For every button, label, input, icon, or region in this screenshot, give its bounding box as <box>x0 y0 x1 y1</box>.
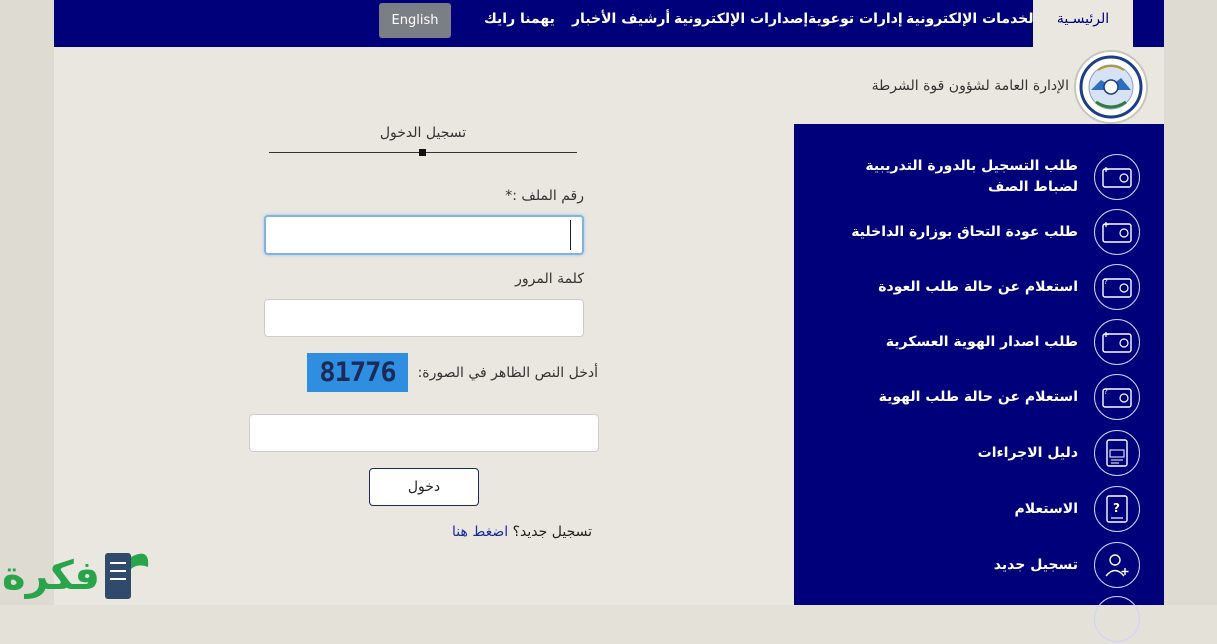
fikra-watermark: فكرة <box>0 545 160 605</box>
text-caret <box>570 220 571 250</box>
user-add-icon <box>1094 542 1140 588</box>
card-query-icon: ? <box>1094 374 1140 420</box>
sidebar-item-label: طلب عودة التحاق بوزارة الداخلية <box>851 223 1078 240</box>
nav-item-e-publications[interactable]: إصدارات الإلكترونية <box>674 0 808 40</box>
emblem-icon <box>1079 55 1143 119</box>
captcha-label: أدخل النص الظاهر في الصورة: <box>417 365 598 381</box>
sidebar-item-partial[interactable] <box>810 594 1140 644</box>
sidebar-item-label: استعلام عن حالة طلب الهوية <box>878 388 1078 405</box>
circle-icon <box>1094 596 1140 642</box>
svg-text:?: ? <box>1104 388 1108 396</box>
nav-item-home[interactable]: الرئيسـية <box>1033 0 1133 47</box>
sidebar-item-military-id[interactable]: طلب اصدار الهوية العسكرية <box>810 317 1140 367</box>
card-add-icon <box>1094 319 1140 365</box>
register-question: تسجيل جديد؟ <box>512 524 592 540</box>
nav-item-awareness[interactable]: إدارات توعوية <box>808 0 903 40</box>
sidebar-item-label: استعلام عن حالة طلب العودة <box>878 278 1078 295</box>
sidebar-item-label: دليل الاجراءات <box>977 444 1078 461</box>
card-query-icon: ? <box>1094 264 1140 310</box>
watermark-text: فكرة <box>2 553 100 599</box>
department-title: الإدارة العامة لشؤون قوة الشرطة <box>871 78 1069 94</box>
nav-item-e-services[interactable]: الخدمات الإلكترونية <box>906 0 1038 40</box>
sidebar-item-rejoin-status[interactable]: ? استعلام عن حالة طلب العودة <box>810 262 1140 312</box>
sidebar-item-id-status[interactable]: ? استعلام عن حالة طلب الهوية <box>810 372 1140 422</box>
card-add-icon <box>1094 154 1140 200</box>
top-nav: English يهمنا رايك أرشيف الأخبار إصدارات… <box>54 0 1164 47</box>
book-leaf-icon <box>105 553 149 599</box>
svg-text:?: ? <box>1113 501 1120 515</box>
page: English يهمنا رايك أرشيف الأخبار إصدارات… <box>54 0 1164 642</box>
nav-item-feedback[interactable]: يهمنا رايك <box>484 0 555 40</box>
sidebar-item-label: الاستعلام <box>1014 500 1079 517</box>
title-divider-marker <box>419 149 426 156</box>
sidebar-item-label: طلب التسجيل بالدورة التدريبية لضباط الصف <box>865 158 1078 195</box>
password-label: كلمة المرور <box>515 271 584 287</box>
services-sidebar: طلب التسجيل بالدورة التدريبية لضباط الصف… <box>794 124 1164 642</box>
nav-item-news-archive[interactable]: أرشيف الأخبار <box>572 0 670 40</box>
sidebar-item-inquiry[interactable]: ? الاستعلام <box>810 484 1140 534</box>
register-prompt: تسجيل جديد؟ اضغط هنا <box>452 524 592 540</box>
background-left <box>0 0 54 605</box>
file-number-input[interactable] <box>264 215 584 255</box>
login-title: تسجيل الدخول <box>379 125 467 141</box>
ministry-logo <box>1074 50 1148 124</box>
sidebar-item-procedures-guide[interactable]: دليل الاجراءات <box>810 428 1140 478</box>
register-link[interactable]: اضغط هنا <box>452 524 508 540</box>
sidebar-item-label: تسجيل جديد <box>993 556 1078 573</box>
sidebar-item-new-registration[interactable]: تسجيل جديد <box>810 540 1140 590</box>
svg-text:?: ? <box>1104 278 1108 286</box>
captcha-image: 81776 <box>307 353 408 392</box>
login-button[interactable]: دخول <box>369 468 479 506</box>
pdf-icon <box>1094 430 1140 476</box>
captcha-input[interactable] <box>249 414 599 452</box>
file-number-label: رقم الملف :* <box>505 188 584 204</box>
sidebar-item-nco-course[interactable]: طلب التسجيل بالدورة التدريبية لضباط الصف <box>810 152 1140 202</box>
background-right <box>1164 0 1217 605</box>
sidebar-item-label: طلب اصدار الهوية العسكرية <box>885 333 1078 350</box>
english-button[interactable]: English <box>379 3 451 38</box>
card-add-icon <box>1094 209 1140 255</box>
question-doc-icon: ? <box>1094 486 1140 532</box>
sidebar-item-rejoin-request[interactable]: طلب عودة التحاق بوزارة الداخلية <box>810 207 1140 257</box>
password-input[interactable] <box>264 299 584 337</box>
